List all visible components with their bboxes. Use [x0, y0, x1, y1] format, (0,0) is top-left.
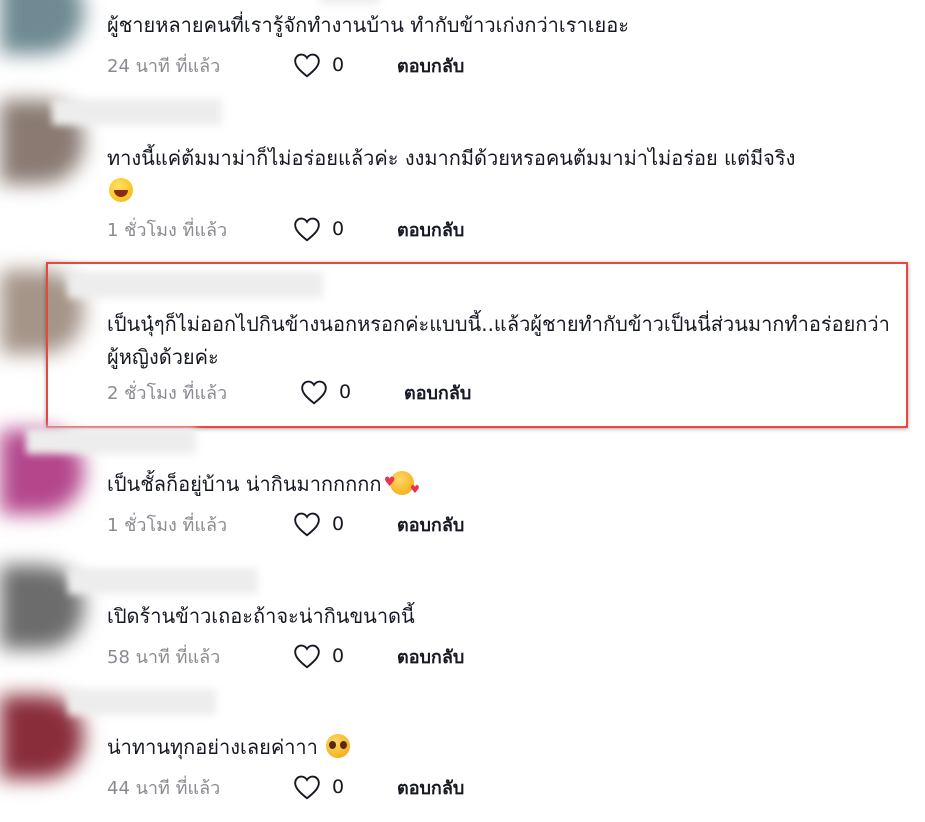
- comment-time: 1 ชั่วโมง ที่แล้ว: [107, 514, 228, 536]
- comment-text: เปิดร้านข้าวเถอะถ้าจะน่ากินขนาดนี้: [107, 604, 415, 628]
- reply-button[interactable]: ตอบกลับ: [397, 642, 464, 671]
- reply-button[interactable]: ตอบกลับ: [397, 510, 464, 539]
- comment-meta: 1 ชั่วโมง ที่แล้ว 0 ตอบกลับ: [107, 509, 464, 539]
- username-blurred[interactable]: [68, 689, 216, 715]
- username-blurred[interactable]: [52, 99, 222, 125]
- reply-button[interactable]: ตอบกลับ: [397, 51, 464, 80]
- comment-time: 44 นาที ที่แล้ว: [107, 777, 221, 799]
- username-blurred[interactable]: [26, 428, 196, 454]
- comment-time: 58 นาที ที่แล้ว: [107, 646, 221, 668]
- comment-meta: 44 นาที ที่แล้ว 0 ตอบกลับ: [107, 772, 464, 802]
- comment-text: น่าทานทุกอย่างเลยค่าาา: [107, 731, 907, 764]
- comment-text-body: ทางนี้แค่ต้มมาม่าก็ไม่อร่อยแล้วค่ะ งงมาก…: [107, 146, 796, 170]
- comment-meta: 1 ชั่วโมง ที่แล้ว 0 ตอบกลับ: [107, 214, 464, 244]
- like-button[interactable]: 0: [292, 643, 397, 669]
- username-blurred[interactable]: [320, 0, 380, 4]
- like-count: 0: [332, 645, 345, 667]
- heart-outline-icon: [294, 512, 320, 537]
- comment-text: เป็นชั้ลก็อยู่บ้าน น่ากินมากกกกก: [107, 466, 907, 506]
- username-blurred[interactable]: [68, 568, 258, 594]
- comment-meta: 58 นาที ที่แล้ว 0 ตอบกลับ: [107, 641, 464, 671]
- like-count: 0: [332, 218, 345, 240]
- comment-text-body: น่าทานทุกอย่างเลยค่าาา: [107, 735, 318, 759]
- like-count: 0: [332, 776, 345, 798]
- like-count: 0: [332, 513, 345, 535]
- comment-time: 1 ชั่วโมง ที่แล้ว: [107, 219, 228, 241]
- like-count: 0: [332, 54, 345, 76]
- comment-text: ผู้ชายหลายคนที่เรารู้จักทำงานบ้าน ทำกับข…: [107, 13, 630, 37]
- heart-outline-icon: [294, 217, 320, 242]
- highlight-frame: [46, 262, 908, 428]
- heart-outline-icon: [294, 775, 320, 800]
- reply-button[interactable]: ตอบกลับ: [397, 215, 464, 244]
- comment-text: ทางนี้แค่ต้มมาม่าก็ไม่อร่อยแล้วค่ะ งงมาก…: [107, 142, 907, 208]
- comment-list: ผู้ชายหลายคนที่เรารู้จักทำงานบ้าน ทำกับข…: [0, 0, 925, 822]
- like-button[interactable]: 0: [292, 511, 397, 537]
- comment-meta: 24 นาที ที่แล้ว 0 ตอบกลับ: [107, 50, 464, 80]
- comment-time: 24 นาที ที่แล้ว: [107, 55, 221, 77]
- heart-outline-icon: [294, 53, 320, 78]
- comment-text-body: เป็นชั้ลก็อยู่บ้าน น่ากินมากกกกก: [107, 472, 382, 496]
- pleading-face-emoji: [326, 734, 351, 758]
- avatar[interactable]: [0, 0, 84, 54]
- smiling-face-with-hearts-emoji: [384, 466, 420, 506]
- like-button[interactable]: 0: [292, 52, 397, 78]
- like-button[interactable]: 0: [292, 774, 397, 800]
- like-button[interactable]: 0: [292, 216, 397, 242]
- laughing-with-tears-emoji: [109, 178, 133, 202]
- heart-outline-icon: [294, 644, 320, 669]
- reply-button[interactable]: ตอบกลับ: [397, 773, 464, 802]
